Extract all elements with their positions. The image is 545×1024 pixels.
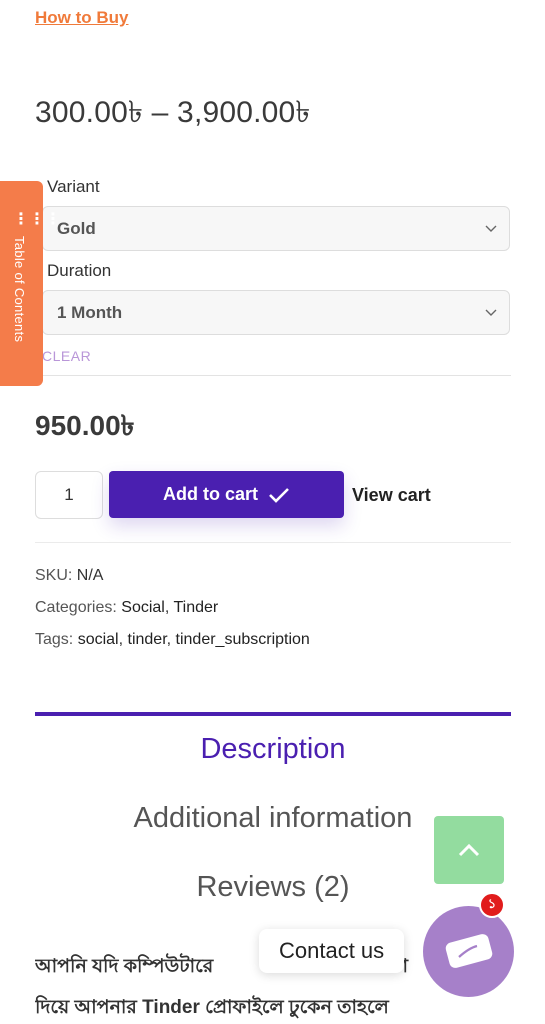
- tag-link[interactable]: tinder_subscription: [176, 631, 310, 648]
- chevron-down-icon: [485, 309, 497, 316]
- product-categories: Categories: Social, Tinder: [35, 599, 219, 616]
- add-to-cart-label: Add to cart: [162, 484, 258, 504]
- category-link[interactable]: Tinder: [173, 599, 218, 616]
- tab-description[interactable]: Description: [35, 733, 511, 766]
- chat-button[interactable]: [423, 906, 514, 997]
- view-cart-link[interactable]: View cart: [352, 485, 431, 506]
- list-icon: ⋮⋮⋮: [13, 211, 61, 228]
- toc-label: Table of Contents: [12, 236, 27, 343]
- chevron-up-icon: [458, 843, 480, 857]
- duration-select[interactable]: 1 Month: [42, 290, 510, 335]
- divider: [35, 542, 511, 543]
- category-link[interactable]: Social: [121, 599, 165, 616]
- scroll-to-top-button[interactable]: [434, 816, 504, 884]
- active-tab-indicator: [35, 712, 511, 716]
- variant-label: Variant: [47, 177, 100, 196]
- variation-price: 950.00৳: [35, 410, 135, 441]
- product-sku: SKU: N/A: [35, 567, 104, 584]
- checkmark-icon: [269, 487, 289, 503]
- table-of-contents-toggle[interactable]: ⋮⋮⋮ Table of Contents: [0, 181, 61, 386]
- variant-select-value: Gold: [57, 218, 96, 238]
- tag-link[interactable]: social: [78, 631, 119, 648]
- duration-label: Duration: [47, 261, 112, 280]
- add-to-cart-button[interactable]: Add to cart: [109, 471, 344, 518]
- contact-us-bubble[interactable]: Contact us: [259, 929, 405, 973]
- description-text-line: দিয়ে আপনার Tinder প্রোফাইলে ঢুকেন তাহলে: [35, 997, 389, 1018]
- product-tags: Tags: social, tinder, tinder_subscriptio…: [35, 631, 310, 648]
- how-to-buy-link[interactable]: How to Buy: [35, 8, 129, 28]
- notification-badge: ১: [479, 892, 505, 918]
- chat-icon: [445, 933, 492, 968]
- chevron-down-icon: [485, 225, 497, 232]
- price-range: 300.00৳ – 3,900.00৳: [35, 96, 311, 129]
- duration-select-value: 1 Month: [57, 302, 123, 322]
- clear-variations-link[interactable]: CLEAR: [42, 348, 91, 364]
- quantity-input[interactable]: 1: [35, 471, 103, 519]
- tag-link[interactable]: tinder: [128, 631, 167, 648]
- divider: [35, 375, 511, 376]
- variant-select[interactable]: Gold: [42, 206, 510, 251]
